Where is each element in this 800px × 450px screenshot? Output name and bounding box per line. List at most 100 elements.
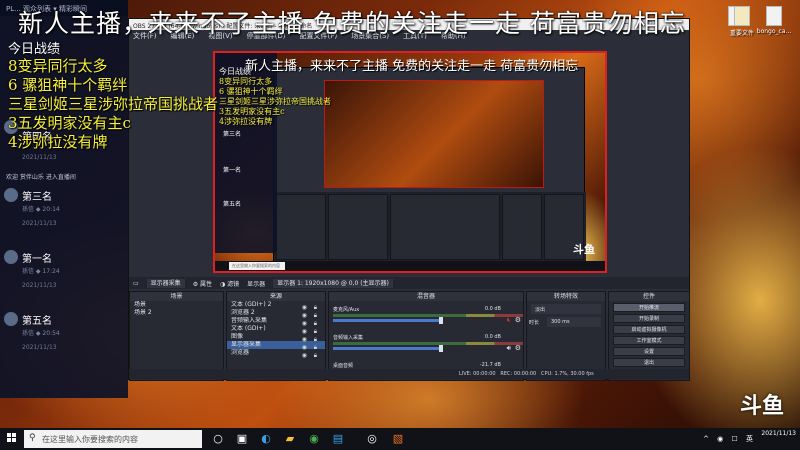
monitor-icon: ▭ — [133, 279, 139, 287]
desktop-file-icon[interactable]: bongo_ca... — [756, 6, 792, 35]
stat-item: 3五发明家没有主c — [8, 114, 131, 132]
chat-entry-name: 第一名 — [22, 254, 52, 265]
chat-entry-date: 2021/11/13 — [22, 154, 57, 161]
nested-search: 在这里输入你要搜索的内容 — [229, 262, 285, 270]
chat-entry-sub: 孫信 ◆ 17:24 — [22, 268, 60, 275]
obs-icon[interactable]: ◎ — [364, 431, 380, 447]
controls-dock: 控件 开始推流 开始录制 启动虚拟摄像机 工作室模式 设置 退出 — [608, 291, 690, 381]
chat-entry-sub: 孫信 ◆ 20:54 — [22, 330, 60, 337]
channel-db: 0.0 dB — [484, 334, 501, 340]
preview-stat: 4涉弥拉没有牌 — [219, 117, 273, 126]
duration-value: 300 ms — [551, 319, 570, 325]
gear-icon[interactable]: ⚙ — [515, 344, 521, 352]
desktop-file-icon[interactable]: 重要文件 — [724, 6, 760, 37]
source-item-label: 浏览器 2 — [231, 309, 255, 316]
scene-item[interactable]: 场景 2 — [130, 309, 223, 317]
chat-entry-date: 2021/11/13 — [22, 282, 57, 289]
preview-stat: 三星剑姬三星涉弥拉帝国挑战者 — [219, 97, 331, 106]
sources-dock-title: 来源 — [227, 292, 325, 301]
duration-label: 时长 — [529, 320, 540, 326]
taskbar: ⚲ 在这里输入你要搜索的内容 ○ ▣ ◐ ▰ ◉ ▤ ◎ ▧ ^ ◉ ☐ 英 2… — [0, 428, 800, 450]
source-item-label: 文本 (GDI+) — [231, 325, 266, 332]
source-toolbar: ▭ 显示器采集 ⚙ 属性 ◑ 滤镜 显示器 显示器 1: 1920x1080 @… — [129, 277, 689, 289]
windows-start-icon[interactable] — [7, 433, 17, 443]
properties-button[interactable]: ⚙ 属性 — [193, 279, 212, 288]
search-icon: ⚲ — [29, 433, 36, 443]
settings-button[interactable]: 设置 — [613, 347, 685, 356]
source-item-label: 音频输入采集 — [231, 317, 268, 324]
clock[interactable]: 2021/11/13 — [761, 428, 796, 450]
mixer-channel: 麦克风/Aux 0.0 dB 🔇︎ ⚙ — [333, 306, 523, 325]
app-icon[interactable]: ▧ — [390, 431, 406, 447]
display-select[interactable]: 显示器 1: 1920x1080 @ 0,0 (主显示器) — [273, 278, 393, 288]
mute-icon[interactable]: 🔇︎ — [507, 316, 511, 325]
preview-canvas[interactable]: 第三名 第一名 第五名 新人主播，来来不了主播 免费的关注走一走 荷富贵勿相忘 … — [213, 51, 607, 273]
filters-button[interactable]: ◑ 滤镜 — [220, 279, 239, 288]
chat-entry-date: 2021/11/13 — [22, 220, 57, 227]
file-explorer-icon[interactable]: ▰ — [282, 431, 298, 447]
chat-entry-sub: 孫信 ◆ 20:14 — [22, 206, 60, 213]
cortana-icon[interactable]: ○ — [210, 431, 226, 447]
mixer-channel: 音频输入采集 0.0 dB 🔊︎ ⚙ — [333, 334, 523, 353]
exit-button[interactable]: 退出 — [613, 358, 685, 367]
search-placeholder: 在这里输入你要搜索的内容 — [42, 435, 138, 444]
source-item[interactable]: 浏览器 — [227, 349, 325, 357]
volume-slider[interactable] — [333, 345, 443, 352]
rec-timer: REC: 00:00:00 — [500, 371, 537, 377]
chat-join-message: 欢迎 赏伴山乐 进入直播间 — [6, 174, 76, 181]
preview-stats: 今日战绩 8变异同行太多 6 骡狙神十个羁绊 三星剑姬三星涉弥拉帝国挑战者 3五… — [219, 67, 331, 127]
scenes-dock: 场景 场景 场景 2 + − ∧ ∨ — [129, 291, 224, 381]
display-label: 显示器 — [247, 280, 266, 288]
today-stats: 今日战绩 8变异同行太多 6 骡狙神十个羁绊 三星剑姬三星涉弥拉帝国挑战者 3五… — [8, 38, 218, 152]
source-item[interactable]: 显示器采集 — [227, 341, 325, 349]
transition-type: 淡出 — [535, 307, 546, 313]
start-streaming-button[interactable]: 开始推流 — [613, 303, 685, 312]
scene-item[interactable]: 场景 — [130, 301, 223, 309]
volume-slider[interactable] — [333, 317, 443, 324]
chrome-icon[interactable]: ◉ — [306, 431, 322, 447]
studio-mode-button[interactable]: 工作室模式 — [613, 336, 685, 345]
preview-stat: 8变异同行太多 — [219, 77, 273, 86]
avatar — [4, 250, 18, 264]
source-item[interactable]: 浏览器 2 — [227, 309, 325, 317]
taskbar-search-input[interactable]: ⚲ 在这里输入你要搜索的内容 — [24, 430, 202, 448]
brand-logo: 斗鱼 — [739, 394, 784, 419]
task-view-icon[interactable]: ▣ — [234, 431, 250, 447]
chat-entry-date: 2021/11/13 — [22, 344, 57, 351]
lock-toggle-icon[interactable]: 🔒︎ 🔒︎ 🔒︎ 🔒︎ 🔒︎ 🔒︎ 🔒︎ — [314, 304, 317, 360]
transition-select[interactable]: 淡出 — [531, 304, 601, 314]
duration-input[interactable]: 时长 300 ms — [529, 317, 601, 327]
stat-item: 三星剑姬三星涉弥拉帝国挑战者 — [8, 95, 219, 113]
visibility-toggle-icon[interactable]: ◉ ◉ ◉ ◉ ◉ ◉ ◉ — [302, 304, 307, 360]
source-item[interactable]: 文本 (GDI+) — [227, 325, 325, 333]
clock-date: 2021/11/13 — [761, 430, 796, 437]
filters-label: 滤镜 — [227, 280, 240, 288]
speaker-icon[interactable]: 🔊︎ — [507, 344, 511, 353]
channel-db: 0.0 dB — [484, 306, 501, 312]
source-item[interactable]: 音频输入采集 — [227, 317, 325, 325]
gear-icon[interactable]: ⚙ — [515, 316, 521, 324]
stream-headline: 新人主播，来来不了主播 免费的关注走一走 荷富贵勿相忘 — [18, 9, 686, 38]
stat-item: 6 骡狙神十个羁绊 — [8, 76, 128, 94]
preview-stats-title: 今日战绩 — [219, 67, 251, 76]
live-timer: LIVE: 00:00:00 — [459, 371, 496, 377]
sources-dock: 来源 文本 (GDI+) 2 浏览器 2 音频输入采集 文本 (GDI+) 图像… — [226, 291, 326, 381]
desktop-icon-label: bongo_ca... — [756, 28, 792, 35]
source-item[interactable]: 图像 — [227, 333, 325, 341]
properties-label: 属性 — [199, 280, 212, 288]
obs-statusbar: LIVE: 00:00:00 REC: 00:00:00 CPU: 1.7%, … — [129, 369, 689, 379]
system-tray-icons[interactable]: ^ ◉ ☐ 英 — [703, 434, 756, 444]
source-item[interactable]: 文本 (GDI+) 2 — [227, 301, 325, 309]
virtual-camera-button[interactable]: 启动虚拟摄像机 — [613, 325, 685, 334]
store-icon[interactable]: ▤ — [330, 431, 346, 447]
chat-entry-name: 第五名 — [22, 316, 52, 327]
stat-item: 4涉弥拉没有牌 — [8, 133, 108, 151]
start-recording-button[interactable]: 开始录制 — [613, 314, 685, 323]
scenes-dock-title: 场景 — [130, 292, 223, 301]
level-meter — [333, 314, 523, 317]
preview-brand-logo: 斗鱼 — [573, 243, 595, 256]
edge-icon[interactable]: ◐ — [258, 431, 274, 447]
avatar — [4, 312, 18, 326]
source-item-label: 显示器采集 — [231, 341, 262, 348]
preview-stat: 3五发明家没有主c — [219, 107, 285, 116]
